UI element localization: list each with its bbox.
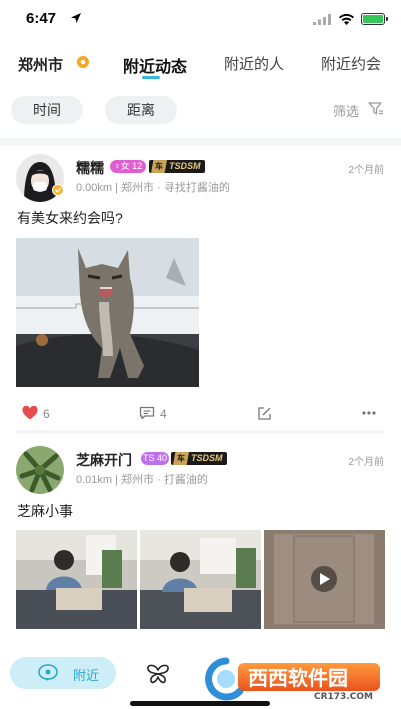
post-time: 2个月前	[348, 165, 384, 176]
post-photo-office-2[interactable]	[140, 530, 261, 629]
verified-badge-icon	[52, 184, 64, 196]
filter-label[interactable]: 筛选	[333, 101, 359, 120]
vip-badge: 车 TSDSM	[149, 160, 205, 173]
nav-nearby-label: 附近	[73, 668, 100, 683]
battery-icon	[361, 13, 388, 25]
like-count: 6	[43, 407, 50, 421]
tab-nearby-dates[interactable]: 附近约会	[321, 53, 381, 74]
location-arrow-icon	[71, 13, 81, 23]
city-selector[interactable]: 郑州市	[18, 54, 63, 75]
vip-badge-label: TSDSM	[169, 161, 201, 171]
butterfly-discover-icon[interactable]	[146, 664, 170, 684]
post-time: 2个月前	[348, 457, 384, 468]
tab-active-indicator	[142, 76, 160, 79]
status-bar: 6:47	[0, 0, 401, 40]
site-watermark-logo: 西西软件园 CR173.COM	[205, 657, 380, 701]
post-text: 芝麻小事	[17, 503, 73, 519]
wifi-icon	[339, 13, 354, 25]
vip-badge: 车 TSDSM	[171, 452, 227, 465]
filter-time-button[interactable]: 时间	[11, 96, 83, 124]
post-location-meta: 0.01km | 郑州市 · 打酱油的	[76, 474, 208, 486]
post-video-thumbnail[interactable]	[264, 530, 385, 629]
comment-icon[interactable]	[139, 406, 155, 420]
post-divider	[16, 430, 384, 434]
feed-post[interactable]: 芝麻开门 TS 40 车 TSDSM 2个月前 0.01km | 郑州市 · 打酱…	[0, 438, 401, 638]
signal-icon	[313, 14, 331, 25]
home-indicator	[130, 701, 270, 706]
gender-age-badge: TS 40	[141, 452, 169, 465]
vip-mark-icon: 车	[173, 452, 189, 465]
like-heart-icon[interactable]	[22, 406, 38, 420]
more-options-icon[interactable]	[362, 411, 376, 415]
post-text: 有美女来约会吗?	[17, 210, 123, 226]
nearby-chat-icon	[38, 664, 58, 681]
comment-count: 4	[160, 407, 167, 421]
vip-mark-icon: 车	[151, 160, 167, 173]
tab-nearby-people[interactable]: 附近的人	[224, 53, 284, 74]
filter-distance-button[interactable]: 距离	[105, 96, 177, 124]
feed-post[interactable]: 糯糯 ♀女 12 车 TSDSM 2个月前 0.00km | 郑州市 · 寻找打酱…	[0, 146, 401, 430]
top-header: 郑州市 附近动态 附近的人 附近约会	[0, 44, 401, 84]
nav-nearby-tab[interactable]: 附近	[10, 657, 116, 689]
post-photo-office-1[interactable]	[16, 530, 137, 629]
section-divider	[0, 138, 401, 146]
watermark-sub-text: CR173.COM	[314, 692, 373, 701]
vip-badge-label: TSDSM	[191, 453, 223, 463]
post-action-row: 6 4	[0, 398, 401, 428]
post-nickname[interactable]: 芝麻开门	[76, 450, 132, 470]
watermark-main-text: 西西软件园	[248, 666, 348, 690]
post-nickname[interactable]: 糯糯	[76, 158, 104, 178]
gender-age-badge: ♀女 12	[110, 160, 146, 173]
location-pin-icon[interactable]	[76, 56, 90, 70]
edit-share-icon[interactable]	[257, 406, 272, 421]
avatar[interactable]	[16, 446, 64, 494]
status-time: 6:47	[26, 10, 57, 27]
filter-funnel-icon[interactable]	[368, 102, 384, 116]
tab-nearby-posts[interactable]: 附近动态	[123, 53, 187, 77]
post-location-meta: 0.00km | 郑州市 · 寻找打酱油的	[76, 182, 230, 194]
post-photo-cat[interactable]	[16, 238, 199, 387]
